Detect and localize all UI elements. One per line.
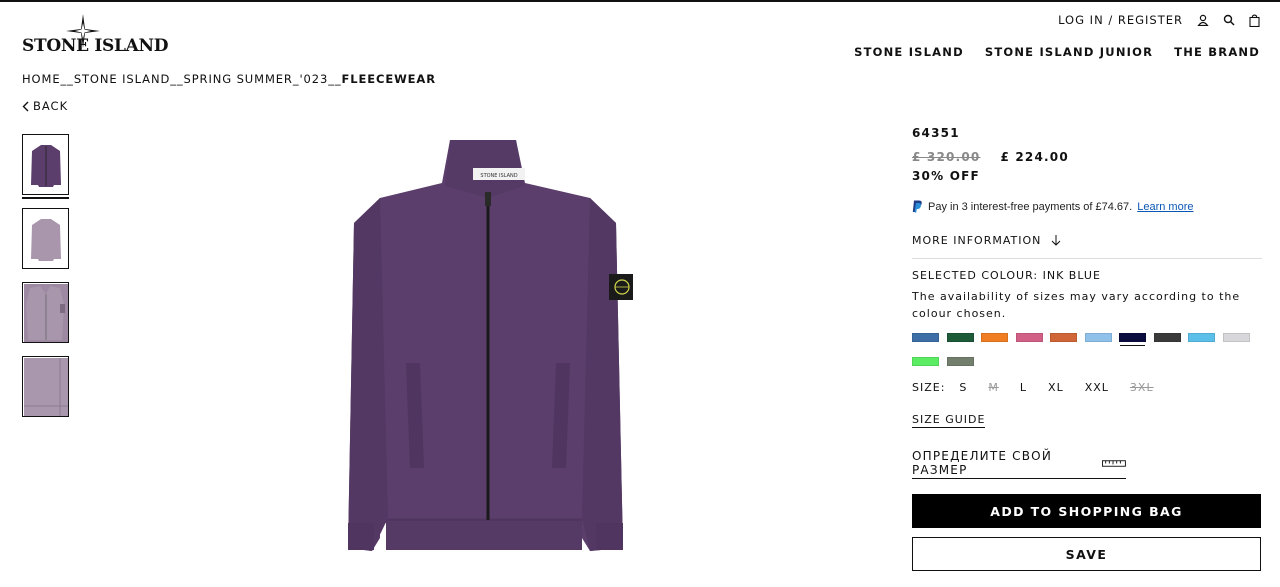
colour-swatch[interactable] <box>1153 333 1181 342</box>
svg-text:STONE ISLAND: STONE ISLAND <box>480 173 517 179</box>
price-block: £ 320.00 £ 224.00 <box>912 150 1262 164</box>
breadcrumb-current: FLEECEWEAR <box>341 72 436 86</box>
nav-item-the-brand[interactable]: THE BRAND <box>1174 45 1260 59</box>
colour-swatches <box>912 333 1267 381</box>
ruler-icon <box>1102 459 1126 467</box>
colour-swatch[interactable] <box>1222 333 1250 342</box>
thumbnail-gallery <box>22 134 70 430</box>
size-guide-link[interactable]: SIZE GUIDE <box>912 413 986 428</box>
add-to-bag-button[interactable]: ADD TO SHOPPING BAG <box>912 494 1261 528</box>
login-register-link[interactable]: LOG IN / REGISTER <box>1058 13 1183 27</box>
breadcrumb-separator: __ <box>328 72 342 86</box>
thumbnail-back[interactable] <box>22 208 69 269</box>
account-bar: LOG IN / REGISTER <box>1058 13 1260 27</box>
size-option-l[interactable]: L <box>1020 381 1027 394</box>
nav-item-stone-island-junior[interactable]: STONE ISLAND JUNIOR <box>985 45 1153 59</box>
user-icon[interactable] <box>1197 14 1209 26</box>
breadcrumb: HOME__STONE ISLAND__SPRING SUMMER_'023__… <box>22 72 436 86</box>
discount-badge: 30% OFF <box>912 169 980 183</box>
availability-note: The availability of sizes may vary accor… <box>912 290 1241 320</box>
size-option-xl[interactable]: XL <box>1048 381 1064 394</box>
main-navigation: STONE ISLAND STONE ISLAND JUNIOR THE BRA… <box>854 45 1260 59</box>
paypal-text: Pay in 3 interest-free payments of £74.6… <box>928 200 1133 213</box>
colour-swatch[interactable] <box>912 357 939 366</box>
old-price: £ 320.00 <box>912 150 981 164</box>
find-your-size-link[interactable]: ОПРЕДЕЛИТЕ СВОЙ РАЗМЕР <box>912 449 1126 479</box>
colour-swatch[interactable] <box>1050 333 1077 342</box>
colour-swatch[interactable] <box>1188 333 1215 342</box>
logo-text: STONE ISLAND <box>22 36 169 56</box>
more-information-label: MORE INFORMATION <box>912 234 1042 247</box>
colour-swatch[interactable] <box>946 357 974 366</box>
chevron-left-icon <box>22 101 29 111</box>
shopping-bag-icon[interactable] <box>1249 13 1260 27</box>
colour-swatch[interactable] <box>981 333 1008 342</box>
save-button[interactable]: SAVE <box>912 537 1261 571</box>
product-sku: 64351 <box>912 126 960 140</box>
more-information-toggle[interactable]: MORE INFORMATION <box>912 234 1262 259</box>
paypal-icon <box>912 200 922 213</box>
colour-swatch[interactable] <box>1084 333 1112 342</box>
size-option-m: M <box>988 381 999 394</box>
colour-swatch[interactable] <box>1119 333 1146 346</box>
back-link[interactable]: BACK <box>22 99 68 113</box>
size-selector: SIZE: S M L XL XXL 3XL <box>912 381 1262 394</box>
thumbnail-detail-badge[interactable] <box>22 282 69 343</box>
thumbnail-front[interactable] <box>22 134 69 199</box>
product-main-image[interactable]: STONE ISLAND <box>330 128 650 558</box>
breadcrumb-separator: __ <box>170 72 184 86</box>
search-icon[interactable] <box>1223 14 1235 26</box>
current-price: £ 224.00 <box>1000 150 1069 164</box>
arrow-down-icon <box>1052 235 1061 246</box>
size-option-3xl: 3XL <box>1129 381 1154 394</box>
paypal-message: Pay in 3 interest-free payments of £74.6… <box>912 200 1262 213</box>
colour-swatch[interactable] <box>946 333 974 342</box>
top-border <box>0 0 1280 2</box>
breadcrumb-home[interactable]: HOME <box>22 72 61 86</box>
nav-item-stone-island[interactable]: STONE ISLAND <box>854 45 964 59</box>
find-your-size-label: ОПРЕДЕЛИТЕ СВОЙ РАЗМЕР <box>912 449 1053 477</box>
back-label: BACK <box>33 99 69 113</box>
paypal-learn-more-link[interactable]: Learn more <box>1137 201 1193 213</box>
size-label: SIZE: <box>912 381 946 394</box>
selected-colour: SELECTED COLOUR: INK BLUE <box>912 269 1101 282</box>
size-option-s[interactable]: S <box>959 381 967 394</box>
size-option-xxl[interactable]: XXL <box>1085 381 1109 394</box>
breadcrumb-stone-island[interactable]: STONE ISLAND <box>74 72 170 86</box>
product-details: 64351 £ 320.00 £ 224.00 30% OFF Pay in 3… <box>912 126 1262 571</box>
thumbnail-detail-hem[interactable] <box>22 356 69 417</box>
colour-swatch[interactable] <box>1015 333 1043 342</box>
breadcrumb-season[interactable]: SPRING SUMMER_'023 <box>184 72 329 86</box>
colour-swatch[interactable] <box>912 333 939 342</box>
brand-logo[interactable]: STONE ISLAND <box>22 14 169 58</box>
breadcrumb-separator: __ <box>60 72 74 86</box>
